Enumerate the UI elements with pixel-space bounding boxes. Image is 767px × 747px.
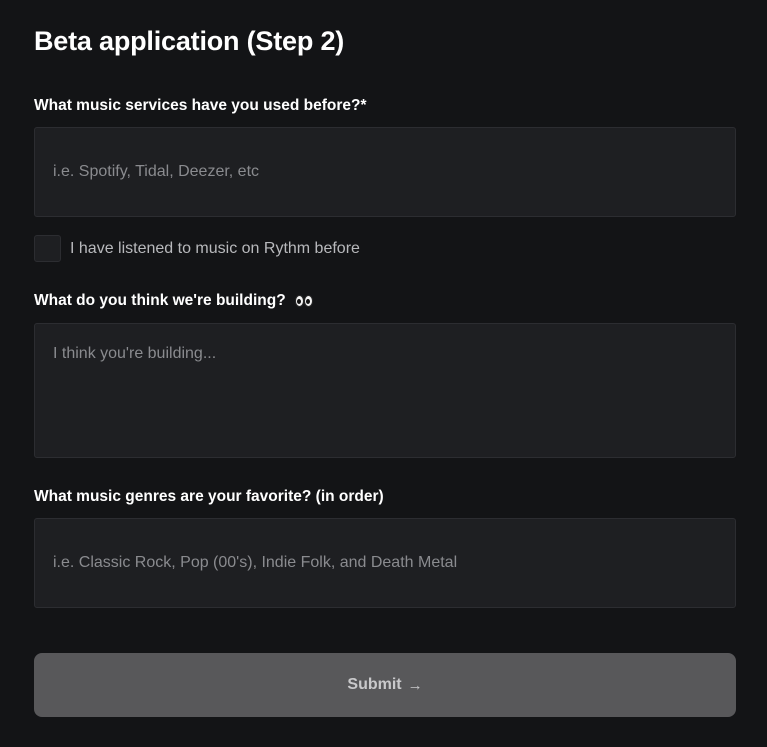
rythm-checkbox[interactable] <box>34 235 61 262</box>
genres-label: What music genres are your favorite? (in… <box>34 488 384 505</box>
building-label: What do you think we're building? <box>34 291 313 311</box>
rythm-checkbox-row[interactable]: I have listened to music on Rythm before <box>34 235 360 262</box>
submit-button[interactable]: Submit → <box>34 653 736 717</box>
rythm-checkbox-label[interactable]: I have listened to music on Rythm before <box>70 240 360 258</box>
page-title: Beta application (Step 2) <box>34 26 345 56</box>
building-label-text: What do you think we're building? <box>34 292 286 309</box>
services-input[interactable] <box>34 127 736 217</box>
eyes-icon <box>294 294 313 307</box>
building-textarea[interactable] <box>34 323 736 458</box>
genres-input[interactable] <box>34 518 736 608</box>
beta-application-page: Beta application (Step 2) What music ser… <box>0 0 767 747</box>
right-eye <box>303 294 313 307</box>
arrow-right-icon: → <box>407 676 423 694</box>
left-eye <box>294 294 304 307</box>
services-label: What music services have you used before… <box>34 97 367 114</box>
submit-label: Submit <box>347 676 402 693</box>
